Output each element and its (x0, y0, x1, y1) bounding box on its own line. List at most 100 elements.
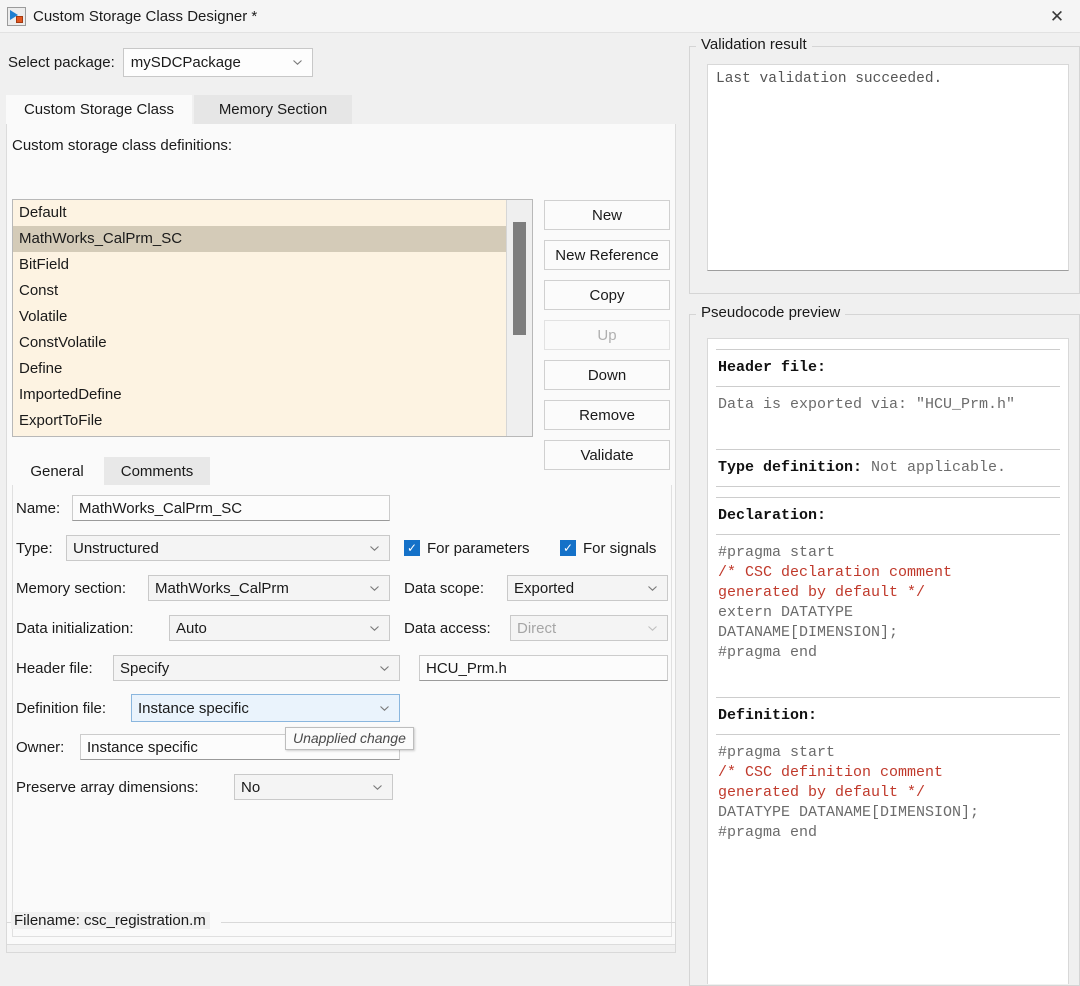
list-item[interactable]: ExportToFile (13, 408, 532, 434)
for-signals-checkbox[interactable]: ✓ (560, 540, 576, 556)
list-item[interactable]: MathWorks_CalPrm_SC (13, 226, 532, 252)
select-package-row: Select package: mySDCPackage (0, 47, 313, 77)
data-access-value: Direct (517, 619, 557, 637)
down-button[interactable]: Down (544, 360, 670, 390)
declaration-line-1: #pragma start (718, 544, 836, 561)
close-icon[interactable]: ✕ (1034, 0, 1080, 33)
pseudocode-declaration-title: Declaration: (718, 507, 827, 524)
unapplied-change-tooltip: Unapplied change (285, 727, 414, 750)
main-tab-strip: Custom Storage Class Memory Section (0, 95, 682, 124)
remove-button[interactable]: Remove (544, 400, 670, 430)
list-item[interactable]: Define (13, 356, 532, 382)
definitions-scrollbar[interactable] (506, 200, 532, 436)
up-button: Up (544, 320, 670, 350)
chevron-down-icon (373, 785, 382, 790)
pseudocode-header-file-title: Header file: (718, 359, 827, 376)
data-initialization-dropdown[interactable]: Auto (169, 615, 390, 641)
data-initialization-value: Auto (176, 619, 207, 637)
chevron-down-icon (370, 546, 379, 551)
validation-result-text: Last validation succeeded. (716, 71, 943, 87)
header-file-label: Header file: (16, 659, 93, 677)
data-access-label: Data access: (404, 619, 491, 637)
data-access-row: Data access: (404, 615, 491, 641)
definitions-listbox[interactable]: Default MathWorks_CalPrm_SC BitField Con… (12, 199, 533, 437)
list-item[interactable]: ImportedDefine (13, 382, 532, 408)
for-parameters-checkbox[interactable]: ✓ (404, 540, 420, 556)
memory-section-row: Memory section: (16, 575, 126, 601)
type-definition-value: Not applicable. (862, 459, 1007, 476)
pseudocode-preview-content[interactable]: Header file: Data is exported via: "HCU_… (707, 338, 1069, 984)
scrollbar-thumb[interactable] (513, 222, 526, 335)
data-initialization-row: Data initialization: (16, 615, 134, 641)
chevron-down-icon (380, 666, 389, 671)
name-label: Name: (16, 499, 61, 517)
header-file-dropdown[interactable]: Specify (113, 655, 400, 681)
app-icon (7, 6, 26, 26)
list-item[interactable]: Const (13, 278, 532, 304)
owner-row: Owner: (16, 734, 64, 760)
header-file-name-input[interactable]: HCU_Prm.h (419, 655, 668, 681)
select-package-dropdown[interactable]: mySDCPackage (122, 47, 313, 77)
definition-file-dropdown[interactable]: Instance specific (131, 694, 400, 722)
pseudocode-definition-body: #pragma start /* CSC definition comment … (708, 735, 1068, 851)
memory-section-label: Memory section: (16, 579, 127, 597)
select-package-label: Select package: (8, 53, 115, 71)
list-item[interactable]: Default (13, 200, 532, 226)
filename-group: Filename: csc_registration.m (6, 912, 676, 953)
type-value: Unstructured (73, 539, 159, 557)
validation-result-textbox[interactable]: Last validation succeeded. (707, 64, 1069, 271)
for-signals-label: For signals (583, 539, 657, 557)
right-panel: Validation result Last validation succee… (686, 33, 1080, 986)
type-dropdown[interactable]: Unstructured (66, 535, 390, 561)
memory-section-dropdown[interactable]: MathWorks_CalPrm (148, 575, 390, 601)
validation-result-legend: Validation result (696, 36, 812, 53)
definition-file-value: Instance specific (138, 699, 249, 717)
window-title: Custom Storage Class Designer * (33, 7, 258, 25)
preserve-array-dimensions-row: Preserve array dimensions: (16, 774, 199, 800)
data-initialization-label: Data initialization: (16, 619, 134, 637)
data-scope-value: Exported (514, 579, 575, 597)
preserve-array-dimensions-dropdown[interactable]: No (234, 774, 393, 800)
custom-storage-class-panel: Custom storage class definitions: Defaul… (6, 124, 676, 945)
list-item[interactable]: BitField (13, 252, 532, 278)
tab-memory-section[interactable]: Memory Section (194, 95, 352, 124)
definition-line-2: DATATYPE DATANAME[DIMENSION]; #pragma en… (718, 804, 980, 841)
new-reference-button[interactable]: New Reference (544, 240, 670, 270)
memory-section-value: MathWorks_CalPrm (155, 579, 289, 597)
header-file-row: Header file: (16, 655, 93, 681)
chevron-down-icon (380, 706, 389, 711)
select-package-value: mySDCPackage (130, 53, 241, 71)
chevron-down-icon (648, 626, 657, 631)
window-titlebar: Custom Storage Class Designer * ✕ (0, 0, 1080, 33)
name-value: MathWorks_CalPrm_SC (79, 499, 243, 517)
tab-comments[interactable]: Comments (104, 457, 210, 485)
preserve-array-dimensions-value: No (241, 778, 261, 796)
data-scope-label: Data scope: (404, 579, 485, 597)
form-tab-strip: General Comments (12, 457, 672, 485)
tab-custom-storage-class[interactable]: Custom Storage Class (6, 95, 192, 124)
list-item[interactable]: ConstVolatile (13, 330, 532, 356)
for-signals-checkbox-row[interactable]: ✓ For signals (560, 535, 656, 561)
pseudocode-declaration-body: #pragma start /* CSC declaration comment… (708, 535, 1068, 671)
list-item[interactable]: Volatile (13, 304, 532, 330)
copy-button[interactable]: Copy (544, 280, 670, 310)
data-scope-row: Data scope: (404, 575, 484, 601)
data-scope-dropdown[interactable]: Exported (507, 575, 668, 601)
header-file-value: Specify (120, 659, 170, 677)
chevron-down-icon (370, 626, 379, 631)
tab-general[interactable]: General (12, 457, 102, 485)
general-form-panel: Name: MathWorks_CalPrm_SC Type: Unstruct… (12, 485, 672, 937)
pseudocode-preview-group: Pseudocode preview Header file: Data is … (689, 304, 1080, 986)
declaration-line-2: extern DATATYPE DATANAME[DIMENSION]; #pr… (718, 604, 899, 661)
name-input[interactable]: MathWorks_CalPrm_SC (72, 495, 390, 521)
name-row: Name: (16, 495, 60, 521)
pseudocode-preview-legend: Pseudocode preview (696, 304, 846, 321)
new-button[interactable]: New (544, 200, 670, 230)
definitions-label: Custom storage class definitions: (12, 137, 233, 154)
pseudocode-header-file-body: Data is exported via: "HCU_Prm.h" (718, 396, 1016, 413)
pseudocode-type-definition-title: Type definition: Not applicable. (708, 450, 1068, 486)
type-label: Type: (16, 539, 53, 557)
pseudocode-definition-title: Definition: (718, 707, 818, 724)
type-definition-label: Type definition: (718, 459, 863, 476)
for-parameters-checkbox-row[interactable]: ✓ For parameters (404, 535, 530, 561)
